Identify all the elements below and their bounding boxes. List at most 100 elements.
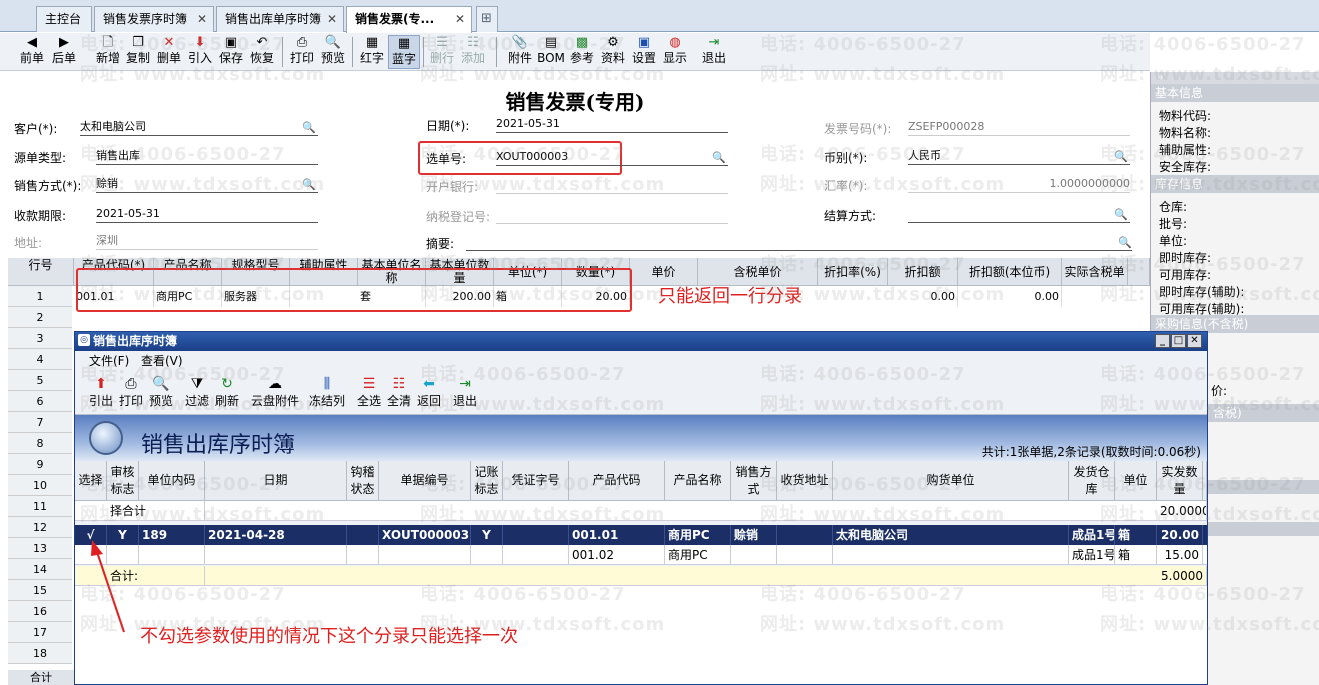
close-icon[interactable]: ✕ — [455, 7, 465, 31]
bom-button[interactable]: ▤ BOM — [535, 35, 567, 69]
new-button[interactable]: 🗋 新增 — [92, 35, 124, 69]
tab-outbound-journal[interactable]: 销售出库单序时簿 ✕ — [216, 6, 344, 32]
source-type-field[interactable]: 销售出库 — [96, 149, 318, 165]
prev-bill-button[interactable]: ◀ 前单 — [16, 35, 48, 69]
currency-field[interactable]: 人民币 — [908, 149, 1130, 165]
stock-info-header[interactable]: 库存信息 — [1151, 175, 1319, 193]
lookup-icon[interactable]: 🔍 — [302, 179, 316, 191]
restore-button[interactable]: ↶ 恢复 — [246, 35, 278, 69]
minimize-icon[interactable]: _ — [1155, 334, 1170, 348]
close-icon[interactable]: ✕ — [1187, 334, 1202, 348]
due-date-field[interactable]: 2021-05-31 — [96, 207, 318, 223]
menu-file[interactable]: 文件(F) — [89, 351, 129, 371]
reference-button[interactable]: ▩ 参考 — [566, 35, 598, 69]
exit-button[interactable]: ⇥ 退出 — [451, 375, 479, 413]
arrow-left-icon: ◀ — [27, 35, 37, 50]
col-header-sale-method[interactable]: 销售方式 — [731, 461, 777, 501]
copy-button[interactable]: ❐ 复制 — [122, 35, 154, 69]
col-header-unit-id[interactable]: 单位内码 — [139, 461, 205, 501]
freeze-column-button[interactable]: ⫼ 冻结列 — [307, 375, 347, 413]
col-header-address[interactable]: 收货地址 — [777, 461, 833, 501]
button-label: 删单 — [156, 51, 181, 65]
invoice-no-field[interactable]: ZSEFP000028 — [908, 120, 1130, 136]
col-header-buyer[interactable]: 购货单位 — [833, 461, 1069, 501]
col-header-discount[interactable]: 折扣额 — [888, 258, 958, 286]
attachment-button[interactable]: 📎 附件 — [504, 35, 536, 69]
import-button[interactable]: ⬇ 引入 — [184, 35, 216, 69]
menu-view[interactable]: 查看(V) — [141, 351, 183, 371]
info-button[interactable]: ⚙ 资料 — [597, 35, 629, 69]
basic-info-header[interactable]: 基本信息 — [1151, 84, 1319, 102]
preview-button[interactable]: 🔍 预览 — [147, 375, 175, 413]
delete-bill-button[interactable]: ✕ 删单 — [153, 35, 185, 69]
customer-field[interactable]: 太和电脑公司 — [80, 120, 318, 136]
table-row[interactable]: 001.02 商用PC 成品1号 箱 15.00 — [75, 545, 1207, 565]
delete-row-button[interactable]: ☰ 删行 — [426, 35, 458, 69]
sale-method-field[interactable]: 赊销 — [96, 177, 318, 193]
cell-discount-local[interactable]: 0.00 — [958, 286, 1062, 307]
cell-select[interactable]: √ — [75, 525, 107, 545]
settings-button[interactable]: ▣ 设置 — [628, 35, 660, 69]
clear-all-button[interactable]: ☷ 全清 — [385, 375, 413, 413]
col-header-discount-rate[interactable]: 折扣率(%) — [818, 258, 888, 286]
col-header-hook[interactable]: 钩稽状态 — [347, 461, 379, 501]
add-row-button[interactable]: ☷ 添加 — [457, 35, 489, 69]
return-button[interactable]: ⬅ 返回 — [415, 375, 443, 413]
refresh-button[interactable]: ↻ 刷新 — [213, 375, 241, 413]
col-header-product-name[interactable]: 产品名称 — [665, 461, 731, 501]
cloud-attachment-button[interactable]: ☁ 云盘附件 — [249, 375, 301, 413]
display-button[interactable]: ◍ 显示 — [659, 35, 691, 69]
col-header-discount-local[interactable]: 折扣额(本位币) — [958, 258, 1062, 286]
cell-discount[interactable]: 0.00 — [888, 286, 958, 307]
red-ink-button[interactable]: ▦ 红字 — [356, 35, 388, 69]
window-title-bar[interactable]: ◎ 销售出库序时簿 _ □ ✕ — [75, 332, 1207, 351]
col-header-warehouse[interactable]: 发货仓库 — [1069, 461, 1115, 501]
settle-field[interactable] — [908, 207, 1130, 223]
close-icon[interactable]: ✕ — [327, 7, 337, 31]
col-header-voucher[interactable]: 凭证字号 — [503, 461, 569, 501]
cell-select[interactable] — [75, 545, 107, 565]
bank-field[interactable] — [496, 178, 728, 194]
lookup-icon[interactable]: 🔍 — [1118, 237, 1132, 249]
date-field[interactable]: 2021-05-31 — [496, 117, 728, 133]
select-all-button[interactable]: ☰ 全选 — [355, 375, 383, 413]
tax-reg-field[interactable] — [496, 208, 728, 224]
tab-sales-invoice[interactable]: 销售发票(专... ✕ — [346, 6, 472, 33]
print-button[interactable]: ⎙ 打印 — [286, 35, 318, 69]
summary-field[interactable] — [466, 235, 1132, 251]
lookup-icon[interactable]: 🔍 — [1114, 209, 1128, 221]
print-button[interactable]: ⎙ 打印 — [117, 375, 145, 413]
row-number: 12 — [8, 517, 72, 538]
close-icon[interactable]: ✕ — [197, 7, 207, 31]
col-header-row-no[interactable]: 行号 — [8, 258, 74, 286]
table-row-selected[interactable]: √ Y 189 2021-04-28 XOUT000003 Y 001.01 商… — [75, 525, 1207, 545]
exit-button[interactable]: ⇥ 退出 — [698, 35, 730, 69]
new-tab-button[interactable]: ⊞ — [476, 6, 498, 32]
filter-button[interactable]: ⧩ 过滤 — [183, 375, 211, 413]
col-header-date[interactable]: 日期 — [205, 461, 347, 501]
col-header-audit[interactable]: 审核标志 — [107, 461, 139, 501]
col-header-real-tax-price[interactable]: 实际含税单价 — [1062, 258, 1128, 286]
col-header-bill-no[interactable]: 单据编号 — [379, 461, 471, 501]
tab-main-console[interactable]: 主控台 — [36, 6, 92, 32]
col-header-shipped-qty[interactable]: 实发数量 — [1157, 461, 1203, 501]
maximize-icon[interactable]: □ — [1171, 334, 1186, 348]
select-no-field[interactable]: XOUT000003 — [496, 150, 728, 166]
lookup-icon[interactable]: 🔍 — [302, 122, 316, 134]
lookup-icon[interactable]: 🔍 — [712, 152, 726, 164]
save-button[interactable]: ▣ 保存 — [215, 35, 247, 69]
col-header-unit[interactable]: 单位 — [1115, 461, 1157, 501]
col-header-select[interactable]: 选择 — [75, 461, 107, 501]
col-header-posted[interactable]: 记账标志 — [471, 461, 503, 501]
col-header-product-code[interactable]: 产品代码 — [569, 461, 665, 501]
export-button[interactable]: ⬆ 引出 — [87, 375, 115, 413]
next-bill-button[interactable]: ▶ 后单 — [48, 35, 80, 69]
rate-field[interactable]: 1.0000000000 — [908, 177, 1130, 193]
panel-collapse-icon[interactable]: » — [1151, 72, 1319, 84]
address-field[interactable]: 深圳 — [96, 234, 318, 250]
tab-invoice-journal[interactable]: 销售发票序时簿 ✕ — [94, 6, 214, 32]
lookup-icon[interactable]: 🔍 — [1114, 151, 1128, 163]
blue-ink-button[interactable]: ▦ 蓝字 — [388, 35, 420, 69]
button-label: 云盘附件 — [250, 394, 299, 408]
preview-button[interactable]: 🔍 预览 — [317, 35, 349, 69]
